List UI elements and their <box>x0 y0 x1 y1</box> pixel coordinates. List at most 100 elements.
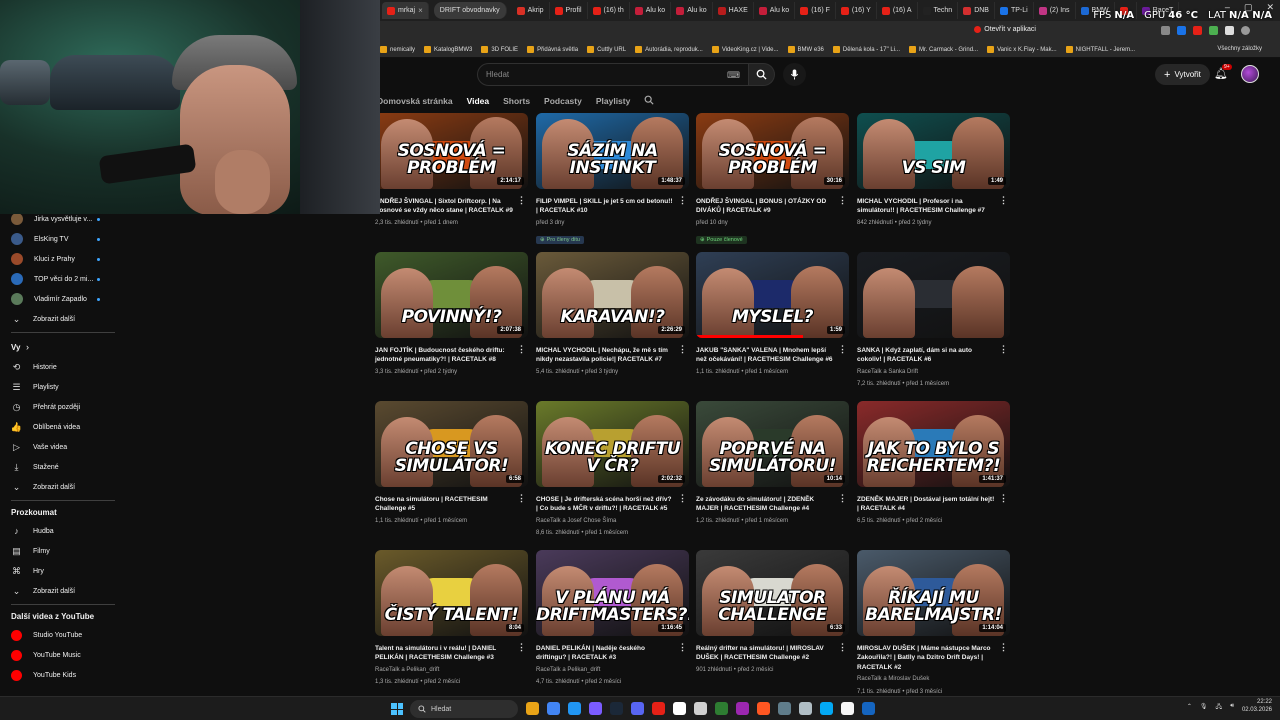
video-thumbnail[interactable]: V PLÁNU MÁ DRIFTMASTERS?! 1:16:45 <box>536 550 689 636</box>
all-bookmarks-button[interactable]: Všechny záložky <box>1217 46 1262 52</box>
channel-tab[interactable]: Shorts <box>503 96 530 106</box>
sidebar-item[interactable]: ☰ Playlisty <box>0 378 118 396</box>
more-actions-icon[interactable]: ⋮ <box>838 344 847 355</box>
bookmark-item[interactable]: BMW e36 <box>787 46 824 53</box>
more-actions-icon[interactable]: ⋮ <box>517 195 526 206</box>
bookmark-item[interactable]: Přidávná světla <box>527 46 578 53</box>
volume-icon[interactable]: 🔊︎ <box>1230 703 1234 710</box>
video-thumbnail[interactable] <box>857 252 1010 338</box>
browser-tab[interactable]: (16) F <box>795 2 836 19</box>
video-thumbnail[interactable]: SOSNOVÁ = PROBLÉM 2:14:17 <box>375 113 528 189</box>
channel-tab[interactable]: Videa <box>467 96 490 106</box>
video-card[interactable]: POVINNÝ!? 2:07:38 JAN FOJTÍK | Budoucnost … <box>375 252 528 377</box>
taskbar-app-icon[interactable] <box>757 702 770 715</box>
bookmark-item[interactable]: Mr. Carmack - Grind... <box>909 46 978 53</box>
taskbar-app-icon[interactable] <box>820 702 833 715</box>
video-title[interactable]: ONDŘEJ ŠVINGAL | Sixtol Driftcorp. | Na … <box>375 197 513 216</box>
taskbar-app-icon[interactable] <box>694 702 707 715</box>
video-thumbnail[interactable]: SOSNOVÁ = PROBLÉM 30:16 <box>696 113 849 189</box>
video-thumbnail[interactable]: POVINNÝ!? 2:07:38 <box>375 252 528 338</box>
bookmark-item[interactable]: 3D FOLIE <box>481 46 518 53</box>
bookmark-item[interactable]: Vanic x K.Flay - Mak... <box>987 46 1057 53</box>
video-card[interactable]: KARAVAN!? 2:26:29 MICHAL VYCHODIL | Necháp… <box>536 252 689 377</box>
clock[interactable]: 22:22 02.03.2026 <box>1242 699 1272 715</box>
bookmark-item[interactable]: Cuttly URL <box>587 46 626 53</box>
video-title[interactable]: JAKUB "SANKA" VALENA | Mnohem lepší než … <box>696 346 834 365</box>
video-title[interactable]: CHOSE | Je drifterská scéna horší než dř… <box>536 495 674 514</box>
browser-tab[interactable]: mrkaj × <box>382 2 429 19</box>
sidebar-subscription[interactable]: ElsKing TV <box>0 230 118 248</box>
taskbar-app-icon[interactable] <box>589 702 602 715</box>
taskbar-app-icon[interactable] <box>778 702 791 715</box>
sidebar-item[interactable]: ⟲ Historie <box>0 358 118 376</box>
video-title[interactable]: SANKA | Když zaplatí, dám si na auto cok… <box>857 346 995 365</box>
more-actions-icon[interactable]: ⋮ <box>517 642 526 653</box>
sidebar-subscription[interactable]: TOP věci do 2 mi... <box>0 270 118 288</box>
video-card[interactable]: SIMULATOR CHALLENGE 6:33 Reálný drifter na… <box>696 550 849 675</box>
more-actions-icon[interactable]: ⋮ <box>999 493 1008 504</box>
sidebar-item[interactable]: YouTube Music <box>0 646 118 664</box>
channel-tab[interactable]: Domovská stránka <box>377 96 453 106</box>
video-thumbnail[interactable]: VS SIM 1:49 <box>857 113 1010 189</box>
video-card[interactable]: ŘÍKAJÍ MU BARELMAJSTR! 1:14:04 MIROSLAV DU… <box>857 550 1010 697</box>
keyboard-icon[interactable]: ⌨ <box>727 70 740 81</box>
sidebar-item[interactable]: ◷ Přehrát později <box>0 398 118 416</box>
browser-tab[interactable]: Alu ko <box>754 2 796 19</box>
sidebar-subscription[interactable]: Kluci z Prahy <box>0 250 118 268</box>
channel-tab[interactable]: Podcasty <box>544 96 582 106</box>
video-title[interactable]: MICHAL VYCHODIL | Nechápu, že mě s tím n… <box>536 346 674 365</box>
sidebar-item[interactable]: ⌄ Zobrazit další <box>0 582 118 600</box>
browser-tab[interactable]: Akrip <box>512 2 550 19</box>
taskbar-app-icon[interactable] <box>568 702 581 715</box>
star-icon[interactable] <box>1161 26 1170 35</box>
video-card[interactable]: SOSNOVÁ = PROBLÉM 30:16 ONDŘEJ ŠVINGAL | B… <box>696 113 849 246</box>
video-card[interactable]: VS SIM 1:49 MICHAL VYCHODIL | Profesor i n… <box>857 113 1010 228</box>
video-thumbnail[interactable]: KARAVAN!? 2:26:29 <box>536 252 689 338</box>
video-card[interactable]: SANKA | Když zaplatí, dám si na auto cok… <box>857 252 1010 389</box>
windows-start-button[interactable] <box>391 703 403 715</box>
more-actions-icon[interactable]: ⋮ <box>678 493 687 504</box>
browser-tab[interactable]: Techn <box>918 2 959 19</box>
more-actions-icon[interactable]: ⋮ <box>838 642 847 653</box>
more-actions-icon[interactable]: ⋮ <box>999 344 1008 355</box>
video-thumbnail[interactable]: SIMULATOR CHALLENGE 6:33 <box>696 550 849 636</box>
network-icon[interactable]: 🖧︎ <box>1215 702 1222 712</box>
search-button[interactable] <box>749 63 775 86</box>
bookmark-item[interactable]: Autorádia, reproduk... <box>635 46 703 53</box>
channel-search-icon[interactable] <box>644 95 654 108</box>
sidebar-heading-you[interactable]: Vy <box>11 343 21 352</box>
search-input[interactable]: Hledat ⌨ <box>477 63 749 86</box>
video-title[interactable]: ONDŘEJ ŠVINGAL | BONUS | OTÁZKY OD DIVÁK… <box>696 197 834 216</box>
video-card[interactable]: KONEC DRIFTU V ČR? 2:02:32 CHOSE | Je drif… <box>536 401 689 538</box>
taskbar-app-icon[interactable] <box>841 702 854 715</box>
video-title[interactable]: JAN FOJTÍK | Budoucnost českého driftu: … <box>375 346 513 365</box>
video-thumbnail[interactable]: ČISTÝ TALENT! 8:04 <box>375 550 528 636</box>
taskbar-app-icon[interactable] <box>547 702 560 715</box>
video-card[interactable]: V PLÁNU MÁ DRIFTMASTERS?! 1:16:45 DANIEL P… <box>536 550 689 687</box>
extension-icon[interactable] <box>1225 26 1234 35</box>
browser-tab[interactable]: (16) Y <box>836 2 877 19</box>
bookmark-item[interactable]: Dělená kola - 17" Li... <box>832 46 900 53</box>
sidebar-item[interactable]: YouTube Kids <box>0 666 118 684</box>
open-in-app-button[interactable]: Otevřít v aplikaci <box>974 26 1036 33</box>
voice-search-button[interactable] <box>783 63 806 86</box>
video-card[interactable]: POPRVÉ NA SIMULÁTORU! 10:14 Ze závodáku do… <box>696 401 849 526</box>
extension-icon[interactable] <box>1193 26 1202 35</box>
create-button[interactable]: + Vytvořit <box>1155 64 1210 85</box>
video-card[interactable]: CHOSE VS SIMULÁTOR! 6:58 Chose na simuláto… <box>375 401 528 526</box>
sidebar-subscription[interactable]: Vladimír Zapadlo <box>0 290 118 308</box>
browser-tab[interactable]: (16) A <box>877 2 918 19</box>
profile-icon[interactable] <box>1241 26 1250 35</box>
video-title[interactable]: Ze závodáku do simulátoru! | ZDENĚK MAJE… <box>696 495 834 514</box>
microphone-icon[interactable]: 🎙︎ <box>1200 703 1208 710</box>
video-title[interactable]: FILIP VIMPEL | SKILL je jet 5 cm od beto… <box>536 197 674 216</box>
video-thumbnail[interactable]: JAK TO BYLO S REICHERTEM?! 1:41:37 <box>857 401 1010 487</box>
taskbar-search[interactable]: Hledat <box>410 700 518 718</box>
browser-tab[interactable]: DRIFT obvodnavky <box>433 2 507 19</box>
video-card[interactable]: SOSNOVÁ = PROBLÉM 2:14:17 ONDŘEJ ŠVINGAL |… <box>375 113 528 228</box>
video-thumbnail[interactable]: MYSLEL? 1:59 <box>696 252 849 338</box>
sidebar-item[interactable]: ▤ Filmy <box>0 542 118 560</box>
sidebar-item[interactable]: Studio YouTube <box>0 626 118 644</box>
extension-icon[interactable] <box>1177 26 1186 35</box>
browser-tab[interactable]: (2) Ins <box>1034 2 1076 19</box>
